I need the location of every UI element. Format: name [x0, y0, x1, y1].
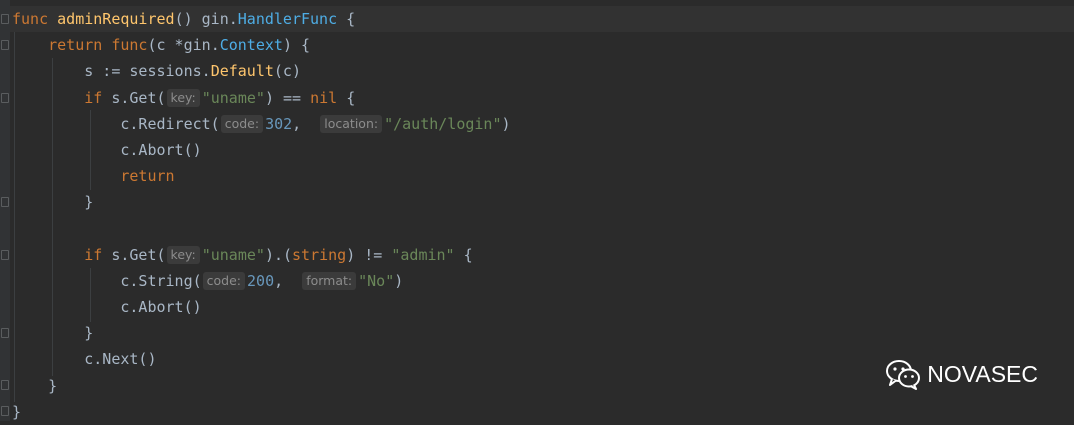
wechat-icon [886, 360, 921, 390]
parameter-hint: format: [302, 271, 357, 290]
code-line[interactable]: c.Redirect(code: 302, location: "/auth/log… [12, 111, 511, 137]
code-token: ) != [346, 245, 392, 264]
code-token: . [201, 62, 211, 81]
code-token: } [12, 402, 22, 421]
code-line[interactable]: return func(c *gin.Context) { [12, 32, 511, 58]
code-token: Context [219, 36, 283, 55]
code-token: { [454, 245, 473, 264]
watermark: NOVASEC [885, 358, 1038, 390]
fold-marker-icon[interactable] [1, 328, 9, 338]
code-token: c.Abort() [12, 298, 202, 317]
fold-marker-icon[interactable] [1, 250, 9, 260]
fold-marker-icon[interactable] [1, 197, 9, 207]
fold-marker-icon[interactable] [1, 40, 9, 50]
parameter-hint: location: [320, 114, 383, 133]
code-line[interactable]: s := sessions.Default(c) [12, 58, 511, 84]
code-line[interactable]: return [12, 163, 511, 189]
code-line[interactable] [12, 216, 511, 242]
code-token: () [174, 10, 202, 28]
code-line[interactable]: c.String(code: 200, format: "No") [12, 268, 511, 294]
code-token: s.Get( [102, 245, 166, 264]
code-token: HandlerFunc [237, 10, 338, 28]
code-token: ) [394, 271, 404, 290]
code-lines[interactable]: func adminRequired() gin.HandlerFunc { r… [12, 6, 511, 425]
code-line[interactable]: func adminRequired() gin.HandlerFunc { [12, 6, 511, 32]
code-token: . [228, 10, 238, 28]
code-token: c.String( [12, 271, 202, 290]
code-token: "uname" [201, 245, 265, 264]
code-token: (c) [273, 62, 301, 81]
fold-marker-icon[interactable] [1, 93, 9, 103]
code-token: "No" [358, 271, 395, 290]
parameter-hint: code: [202, 271, 246, 290]
code-token: gin [201, 10, 229, 28]
code-line[interactable]: } [12, 399, 511, 425]
code-token: s.Get( [102, 88, 166, 107]
code-line[interactable]: } [12, 189, 511, 215]
code-line[interactable]: c.Abort() [12, 137, 511, 163]
fold-marker-icon[interactable] [1, 14, 9, 24]
code-editor[interactable]: func adminRequired() gin.HandlerFunc { r… [0, 0, 1074, 421]
code-token: gin [183, 36, 211, 55]
parameter-hint: key: [166, 245, 200, 264]
code-token: if [84, 88, 103, 107]
code-token: adminRequired [57, 10, 175, 28]
code-token: c.Next() [12, 350, 157, 369]
code-token: ) { [282, 36, 311, 55]
code-token: 200 [247, 271, 275, 290]
code-token: , [274, 271, 302, 290]
code-token: sessions [129, 62, 202, 81]
code-line[interactable]: if s.Get(key: "uname").(string) != "admin… [12, 242, 511, 268]
code-token: return [48, 36, 103, 55]
code-token: { [337, 88, 356, 107]
fold-marker-icon[interactable] [1, 406, 9, 416]
code-token: "/auth/login" [384, 114, 502, 133]
code-line[interactable]: } [12, 373, 511, 399]
code-token: { [337, 10, 356, 28]
code-token: } [12, 324, 94, 343]
editor-gutter [0, 0, 10, 421]
code-token: nil [310, 88, 338, 107]
code-token: ) == [264, 88, 311, 107]
code-token: c.Redirect( [12, 114, 220, 133]
code-token: func [111, 36, 148, 55]
code-token: , [292, 114, 320, 133]
code-token: "admin" [391, 245, 455, 264]
parameter-hint: code: [220, 114, 264, 133]
code-token: func [12, 10, 49, 28]
code-token: ) [501, 114, 511, 133]
watermark-text: NOVASEC [927, 360, 1038, 387]
code-line[interactable]: c.Next() [12, 346, 511, 372]
code-token: . [210, 36, 220, 55]
code-token: return [120, 167, 175, 186]
code-token: Default [210, 62, 274, 81]
parameter-hint: key: [166, 88, 200, 107]
code-token: "uname" [201, 88, 265, 107]
code-token: string [292, 245, 347, 264]
code-line[interactable]: } [12, 320, 511, 346]
code-token: s := [12, 62, 130, 81]
code-line[interactable]: if s.Get(key: "uname") == nil { [12, 85, 511, 111]
code-token: } [12, 193, 94, 212]
code-token: (c * [147, 36, 184, 55]
code-token: c.Abort() [12, 140, 202, 159]
code-token: } [12, 376, 58, 395]
code-token: 302 [265, 114, 293, 133]
code-token: if [84, 245, 103, 264]
code-line[interactable]: c.Abort() [12, 294, 511, 320]
code-token: ).( [264, 245, 293, 264]
fold-marker-icon[interactable] [1, 380, 9, 390]
